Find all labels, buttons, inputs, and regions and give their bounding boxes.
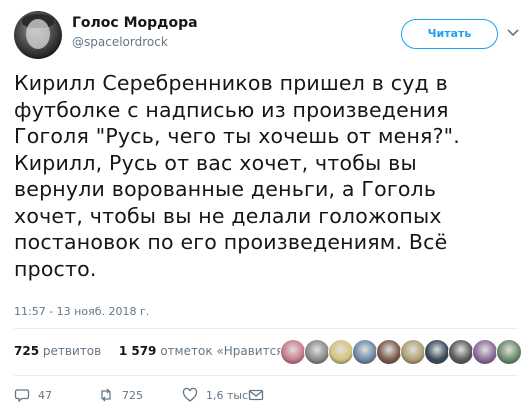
avatar-face (26, 19, 50, 49)
likes-count[interactable]: 1 579 (119, 344, 157, 358)
divider (14, 375, 518, 376)
retweets-label[interactable]: ретвитов (43, 344, 101, 358)
liker-avatar[interactable] (400, 339, 426, 365)
liker-avatar[interactable] (472, 339, 498, 365)
liker-avatar[interactable] (328, 339, 354, 365)
chevron-down-icon[interactable] (506, 25, 520, 39)
likers-avatars (280, 339, 524, 365)
tweet-actions: 47 725 1,6 тыс. (14, 384, 314, 406)
liker-avatar[interactable] (376, 339, 402, 365)
liker-avatar[interactable] (352, 339, 378, 365)
retweet-action[interactable]: 725 (98, 384, 143, 406)
liker-avatar[interactable] (496, 339, 522, 365)
retweet-icon (101, 388, 111, 402)
envelope-icon (248, 389, 264, 401)
reply-count: 47 (38, 388, 52, 402)
retweets-count[interactable]: 725 (14, 344, 39, 358)
tweet-text: Кирилл Серебренников пришел в суд в футб… (14, 71, 461, 281)
like-action[interactable]: 1,6 тыс. (182, 384, 252, 406)
retweet-count: 725 (122, 388, 143, 402)
follow-button[interactable]: Читать (401, 19, 498, 49)
liker-avatar[interactable] (424, 339, 450, 365)
tweet-stats: 725 ретвитов 1 579 отметок «Нравится» (14, 344, 291, 358)
author-handle[interactable]: @spacelordrock (72, 35, 168, 49)
liker-avatar[interactable] (304, 339, 330, 365)
heart-icon (182, 387, 198, 402)
author-avatar[interactable] (14, 11, 62, 59)
reply-action[interactable]: 47 (14, 384, 52, 406)
tweet-timestamp[interactable]: 11:57 - 13 нояб. 2018 г. (14, 305, 149, 318)
divider (14, 328, 518, 329)
like-count: 1,6 тыс. (206, 388, 252, 402)
liker-avatar[interactable] (448, 339, 474, 365)
author-name[interactable]: Голос Мордора (72, 15, 198, 31)
likes-label[interactable]: отметок «Нравится» (160, 344, 291, 358)
reply-icon (14, 389, 30, 403)
message-action[interactable] (248, 384, 272, 406)
liker-avatar[interactable] (280, 339, 306, 365)
tweet-header: Голос Мордора @spacelordrock Читать (14, 9, 522, 59)
